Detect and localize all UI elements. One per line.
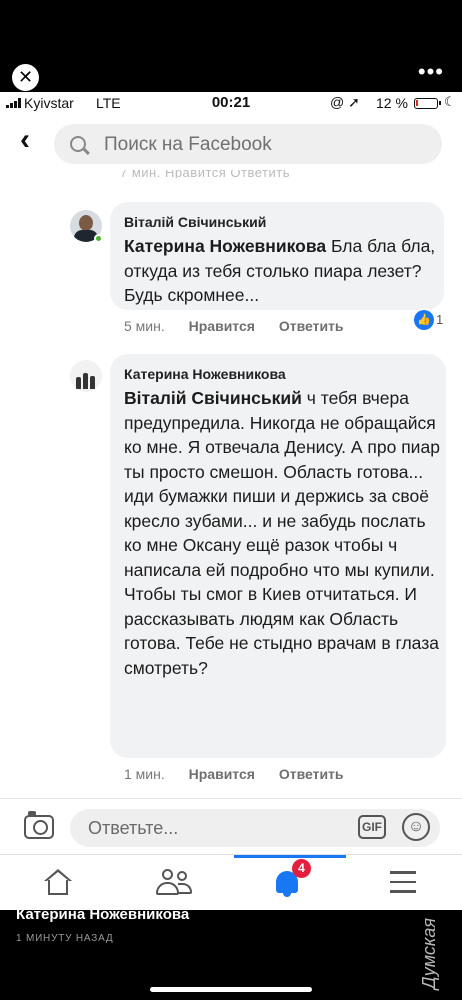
reply-input[interactable]: Ответьте... GIF ☺	[70, 809, 440, 847]
status-bar: Kyivstar LTE 00:21 @ ➚ 12 % ☾	[0, 92, 462, 114]
comment-actions: 1 мин. Нравится Ответить	[124, 766, 364, 782]
search-header: ‹ Поиск на Facebook	[0, 114, 462, 170]
emoji-icon[interactable]: ☺	[402, 813, 430, 841]
avatar[interactable]	[70, 360, 102, 392]
search-icon	[70, 136, 86, 152]
comment-text: Катерина Ножевникова Бла бла бла, откуда…	[124, 234, 444, 308]
home-icon	[44, 869, 72, 895]
bottom-tab-bar: 4	[0, 854, 462, 910]
notification-badge: 4	[292, 859, 311, 878]
like-button[interactable]: Нравится	[189, 766, 255, 782]
reaction-count: 1	[436, 312, 444, 327]
comment-time: 1 мин.	[124, 766, 165, 782]
comment-actions: 5 мин. Нравится Ответить	[124, 318, 364, 334]
reply-placeholder: Ответьте...	[88, 818, 179, 838]
search-placeholder: Поиск на Facebook	[104, 134, 272, 155]
friends-icon	[156, 869, 192, 897]
mention-link[interactable]: Катерина Ножевникова	[124, 236, 326, 256]
watermark: Думская	[419, 918, 439, 990]
comment-composer: Ответьте... GIF ☺	[0, 798, 462, 854]
comment-author[interactable]: Віталій Свічинський	[124, 214, 266, 230]
story-top-bar: ✕ •••	[0, 0, 462, 92]
online-indicator	[94, 234, 103, 243]
search-input[interactable]: Поиск на Facebook	[54, 124, 442, 164]
tab-menu[interactable]	[364, 855, 444, 910]
menu-icon	[390, 871, 416, 893]
silent-mode-icon: ☾	[444, 94, 456, 109]
home-indicator[interactable]	[150, 987, 312, 992]
comment-bubble: Віталій Свічинський Катерина Ножевникова…	[110, 202, 444, 310]
mention-link[interactable]: Віталій Свічинський	[124, 388, 302, 408]
active-tab-indicator	[234, 855, 346, 858]
comment-time: 5 мин.	[124, 318, 165, 334]
previous-comment-actions: 7 мин. Нравится Ответить	[120, 170, 290, 178]
like-button[interactable]: Нравится	[189, 318, 255, 334]
comment-author[interactable]: Катерина Ножевникова	[124, 366, 286, 382]
close-icon[interactable]: ✕	[12, 64, 39, 91]
battery-percent: 12 %	[376, 95, 408, 111]
back-arrow-icon[interactable]: ‹	[20, 122, 30, 158]
location-icon: @ ➚	[330, 94, 360, 110]
like-icon: 👍	[414, 310, 434, 330]
tab-home[interactable]	[18, 855, 98, 910]
battery-icon	[414, 98, 441, 109]
tab-notifications[interactable]: 4	[234, 855, 346, 910]
reply-button[interactable]: Ответить	[279, 318, 344, 334]
comment-bubble: Катерина Ножевникова Віталій Свічинський…	[110, 354, 446, 758]
camera-icon[interactable]	[24, 811, 54, 839]
tab-friends[interactable]	[134, 855, 214, 910]
facebook-screenshot: Kyivstar LTE 00:21 @ ➚ 12 % ☾ ‹ Поиск на…	[0, 92, 462, 910]
gif-icon[interactable]: GIF	[358, 815, 386, 839]
reaction-summary[interactable]: 👍 1	[414, 310, 443, 330]
story-author-name[interactable]: Катерина Ножевникова	[16, 906, 189, 923]
reply-button[interactable]: Ответить	[279, 766, 344, 782]
comment-text: Віталій Свічинський ч тебя вчера предупр…	[124, 386, 444, 680]
story-timestamp: 1 МИНУТУ НАЗАД	[16, 933, 114, 944]
comment-body: ч тебя вчера предупредила. Никогда не об…	[124, 388, 440, 678]
more-options-icon[interactable]: •••	[418, 60, 444, 84]
